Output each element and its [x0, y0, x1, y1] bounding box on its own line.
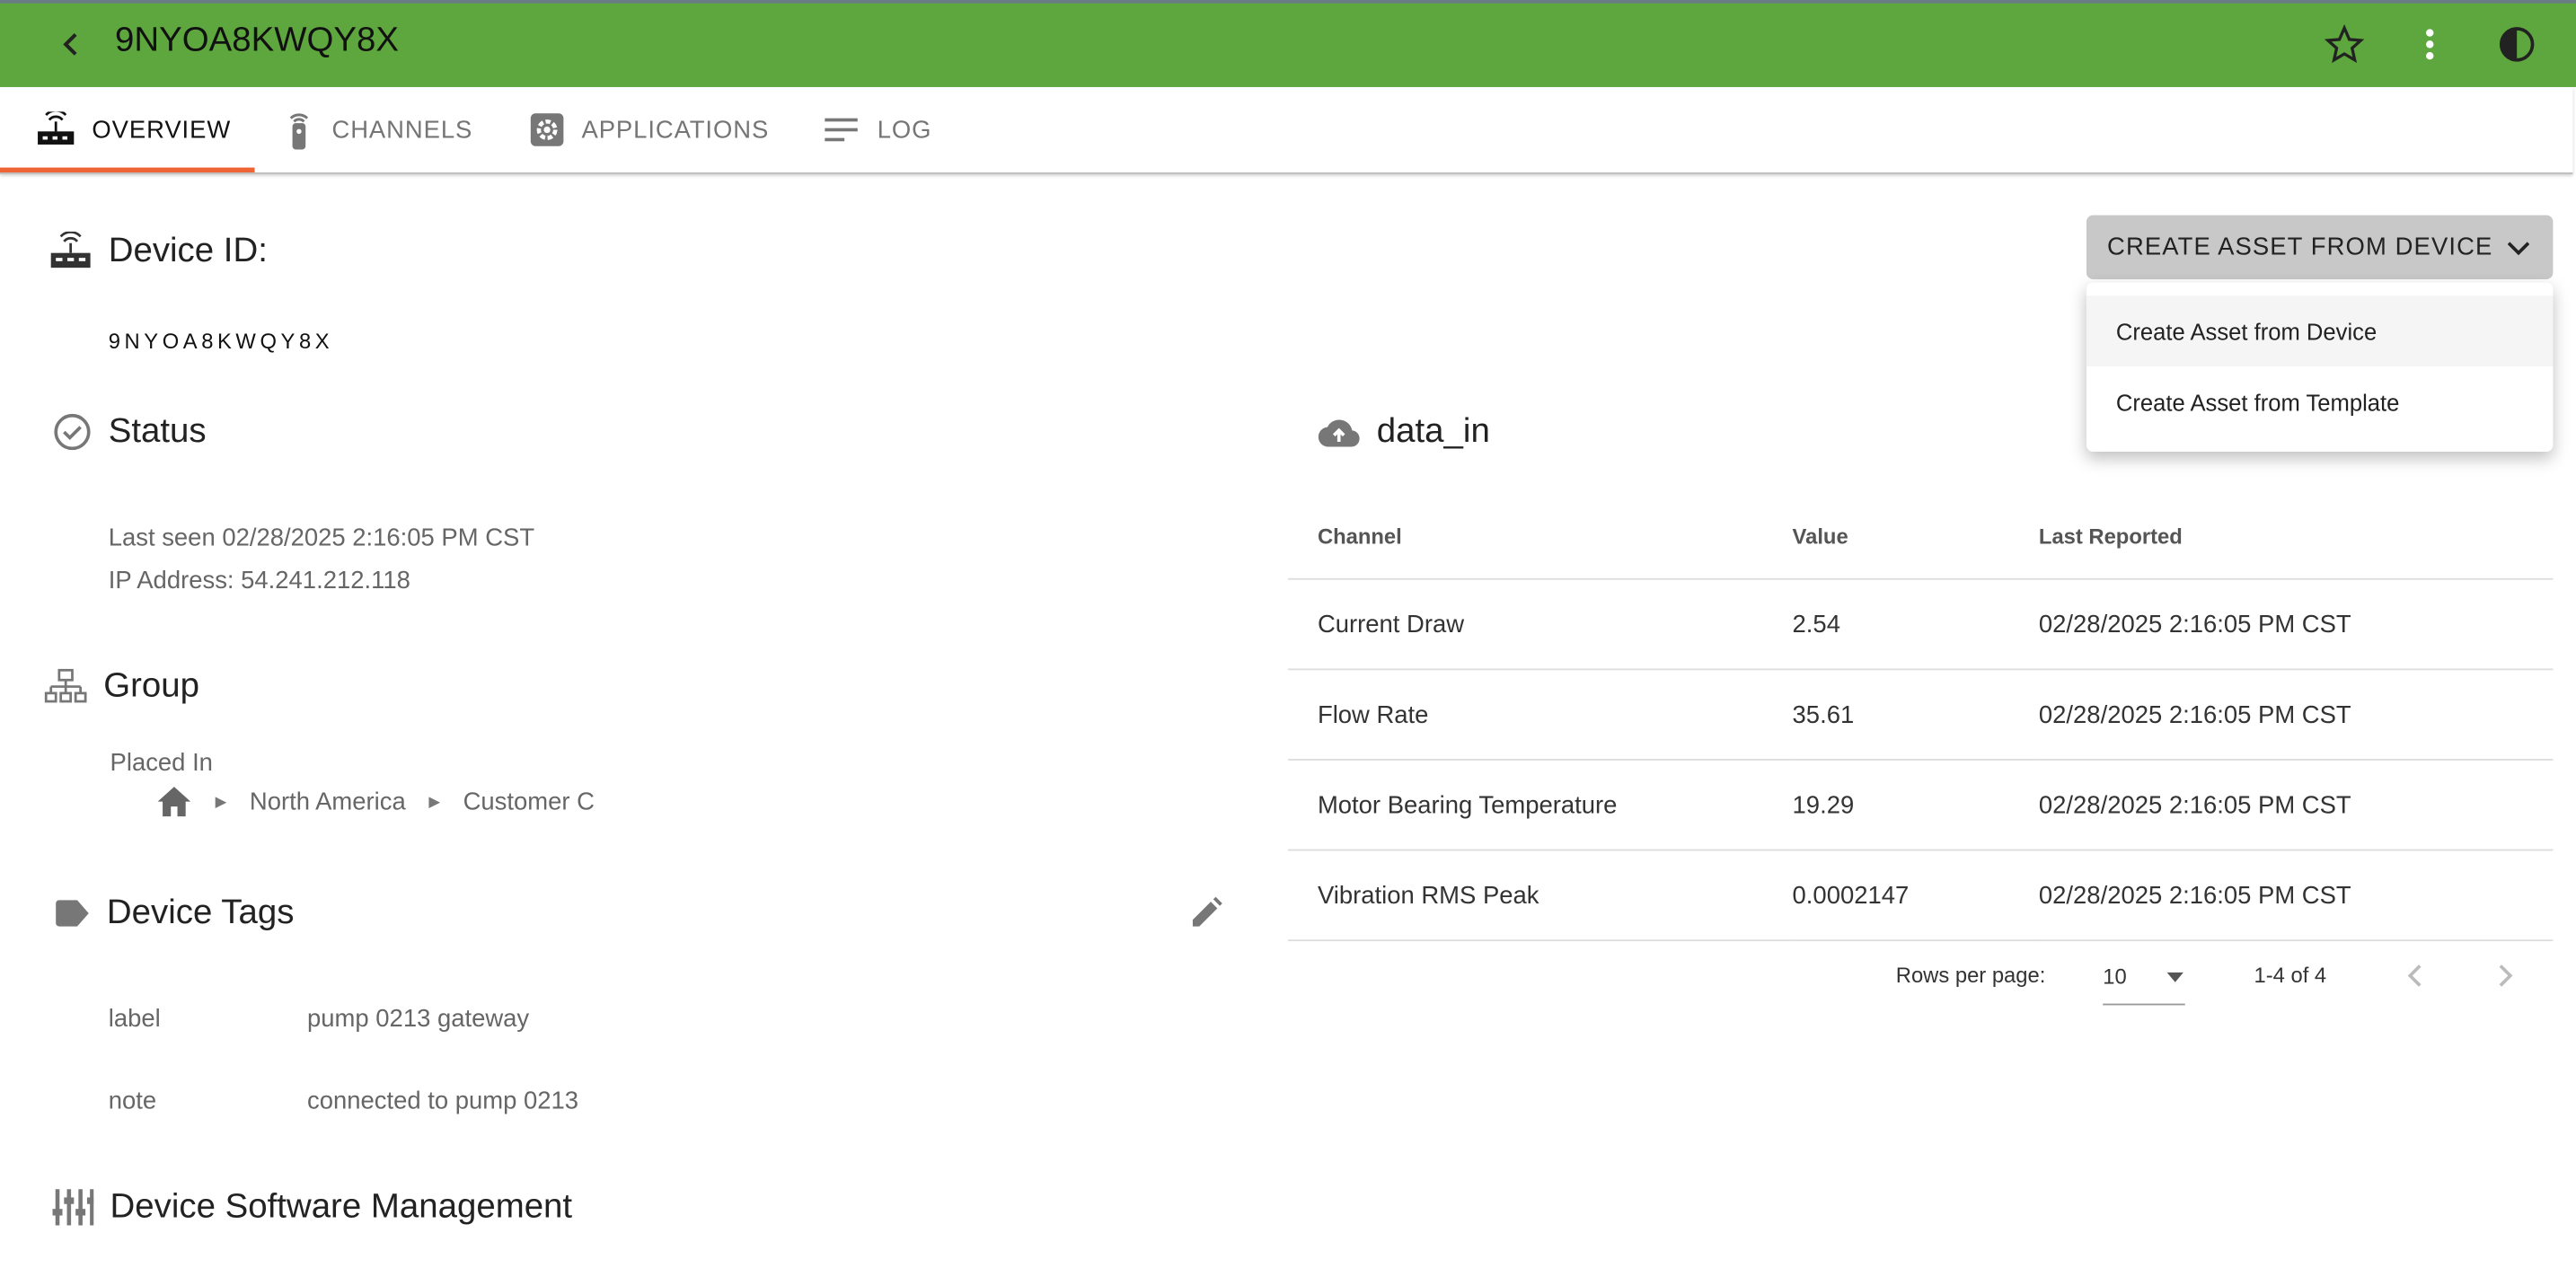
- hierarchy-icon: [44, 668, 87, 703]
- last-reported-cell: 02/28/2025 2:16:05 PM CST: [2037, 578, 2554, 671]
- heading-text: data_in: [1376, 412, 1490, 451]
- status-heading: Status: [53, 412, 207, 452]
- rows-per-page-label: Rows per page:: [1895, 962, 2046, 988]
- heading-text: Device Software Management: [110, 1187, 573, 1226]
- value-cell: 35.61: [1790, 669, 2038, 761]
- previous-page-icon[interactable]: [2402, 961, 2428, 991]
- check-circle-icon: [54, 413, 91, 451]
- button-label: CREATE ASSET FROM DEVICE: [2107, 233, 2493, 261]
- device-id-value: 9NYOA8KWQY8X: [108, 328, 334, 354]
- star-icon[interactable]: [2325, 24, 2365, 64]
- value-cell: 2.54: [1790, 578, 2038, 671]
- breadcrumb: ▶ North America ▶ Customer C: [156, 785, 595, 818]
- tag-value: connected to pump 0213: [307, 1087, 579, 1115]
- caret-down-icon: [2166, 971, 2183, 982]
- data-in-heading: data_in: [1318, 412, 1490, 452]
- tab-label: OVERVIEW: [92, 115, 232, 145]
- last-reported-cell: 02/28/2025 2:16:05 PM CST: [2037, 759, 2554, 851]
- back-chevron-icon[interactable]: [56, 28, 85, 61]
- chevron-down-icon: [2508, 241, 2530, 255]
- heading-text: Status: [108, 412, 207, 451]
- value-cell: 19.29: [1790, 759, 2038, 851]
- ip-address: IP Address: 54.241.212.118: [108, 567, 410, 595]
- select-value: 10: [2103, 964, 2127, 990]
- breadcrumb-item[interactable]: North America: [250, 788, 406, 815]
- contrast-icon[interactable]: [2497, 24, 2536, 64]
- placed-in-label: Placed In: [110, 749, 213, 778]
- tab-channels[interactable]: CHANNELS: [283, 87, 473, 172]
- cloud-upload-icon: [1318, 419, 1360, 447]
- create-asset-button[interactable]: CREATE ASSET FROM DEVICE: [2086, 215, 2554, 279]
- tag-key: label: [108, 1005, 161, 1034]
- table-row[interactable]: Vibration RMS Peak 0.0002147 02/28/2025 2:…: [1288, 850, 2554, 942]
- column-header[interactable]: Last Reported: [2037, 492, 2554, 580]
- remote-icon: [289, 113, 309, 150]
- chevron-right-icon: ▶: [215, 792, 227, 809]
- last-reported-cell: 02/28/2025 2:16:05 PM CST: [2037, 850, 2554, 942]
- column-header[interactable]: Channel: [1288, 492, 1791, 580]
- tab-label: APPLICATIONS: [581, 115, 770, 145]
- tune-sliders-icon: [52, 1189, 94, 1226]
- heading-text: Device Tags: [106, 894, 295, 932]
- tab-bar: OVERVIEW CHANNELS APPLICATIONS LOG: [0, 87, 2573, 174]
- pagination-range: 1-4 of 4: [2254, 962, 2327, 988]
- router-icon: [50, 231, 91, 269]
- tag-icon: [56, 900, 89, 927]
- list-icon: [825, 118, 858, 142]
- table-row[interactable]: Flow Rate 35.61 02/28/2025 2:16:05 PM CST: [1288, 669, 2554, 761]
- heading-text: Group: [103, 666, 200, 705]
- device-tags-heading: Device Tags: [54, 894, 294, 933]
- next-page-icon[interactable]: [2492, 961, 2519, 991]
- router-icon: [38, 111, 75, 145]
- table-row[interactable]: Current Draw 2.54 02/28/2025 2:16:05 PM CS…: [1288, 578, 2554, 671]
- channel-cell: Motor Bearing Temperature: [1288, 759, 1791, 851]
- tag-key: note: [108, 1087, 157, 1115]
- tab-overview[interactable]: OVERVIEW: [0, 87, 254, 173]
- edit-pencil-icon[interactable]: [1187, 895, 1223, 931]
- data-in-table: Channel Value Last Reported Current Draw…: [1288, 492, 2554, 942]
- create-asset-menu: Create Asset from Device Create Asset fr…: [2086, 282, 2554, 453]
- more-vert-icon[interactable]: [2418, 24, 2441, 64]
- tab-label: CHANNELS: [331, 115, 473, 145]
- last-reported-cell: 02/28/2025 2:16:05 PM CST: [2037, 669, 2554, 761]
- channel-cell: Flow Rate: [1288, 669, 1791, 761]
- tab-log[interactable]: LOG: [825, 87, 931, 172]
- table-row[interactable]: Motor Bearing Temperature 19.29 02/28/2025…: [1288, 759, 2554, 851]
- tag-value: pump 0213 gateway: [307, 1005, 530, 1034]
- breadcrumb-item[interactable]: Customer C: [463, 788, 595, 815]
- channel-cell: Current Draw: [1288, 578, 1791, 671]
- last-seen: Last seen 02/28/2025 2:16:05 PM CST: [108, 524, 535, 552]
- menu-item-create-from-device[interactable]: Create Asset from Device: [2086, 295, 2554, 366]
- home-icon[interactable]: [156, 785, 192, 818]
- group-heading: Group: [44, 667, 199, 707]
- rows-per-page-select[interactable]: 10: [2103, 949, 2185, 1006]
- page-title: 9NYOA8KWQY8X: [115, 21, 399, 59]
- tab-applications[interactable]: APPLICATIONS: [529, 87, 769, 172]
- settings-app-icon: [530, 113, 564, 146]
- tab-label: LOG: [877, 115, 932, 145]
- column-header[interactable]: Value: [1790, 492, 2038, 580]
- device-id-heading: Device ID:: [49, 231, 268, 271]
- software-heading: Device Software Management: [51, 1187, 572, 1227]
- channel-cell: Vibration RMS Peak: [1288, 850, 1791, 942]
- heading-text: Device ID:: [108, 231, 268, 269]
- chevron-right-icon: ▶: [428, 792, 440, 809]
- value-cell: 0.0002147: [1790, 850, 2038, 942]
- menu-item-create-from-template[interactable]: Create Asset from Template: [2086, 366, 2553, 437]
